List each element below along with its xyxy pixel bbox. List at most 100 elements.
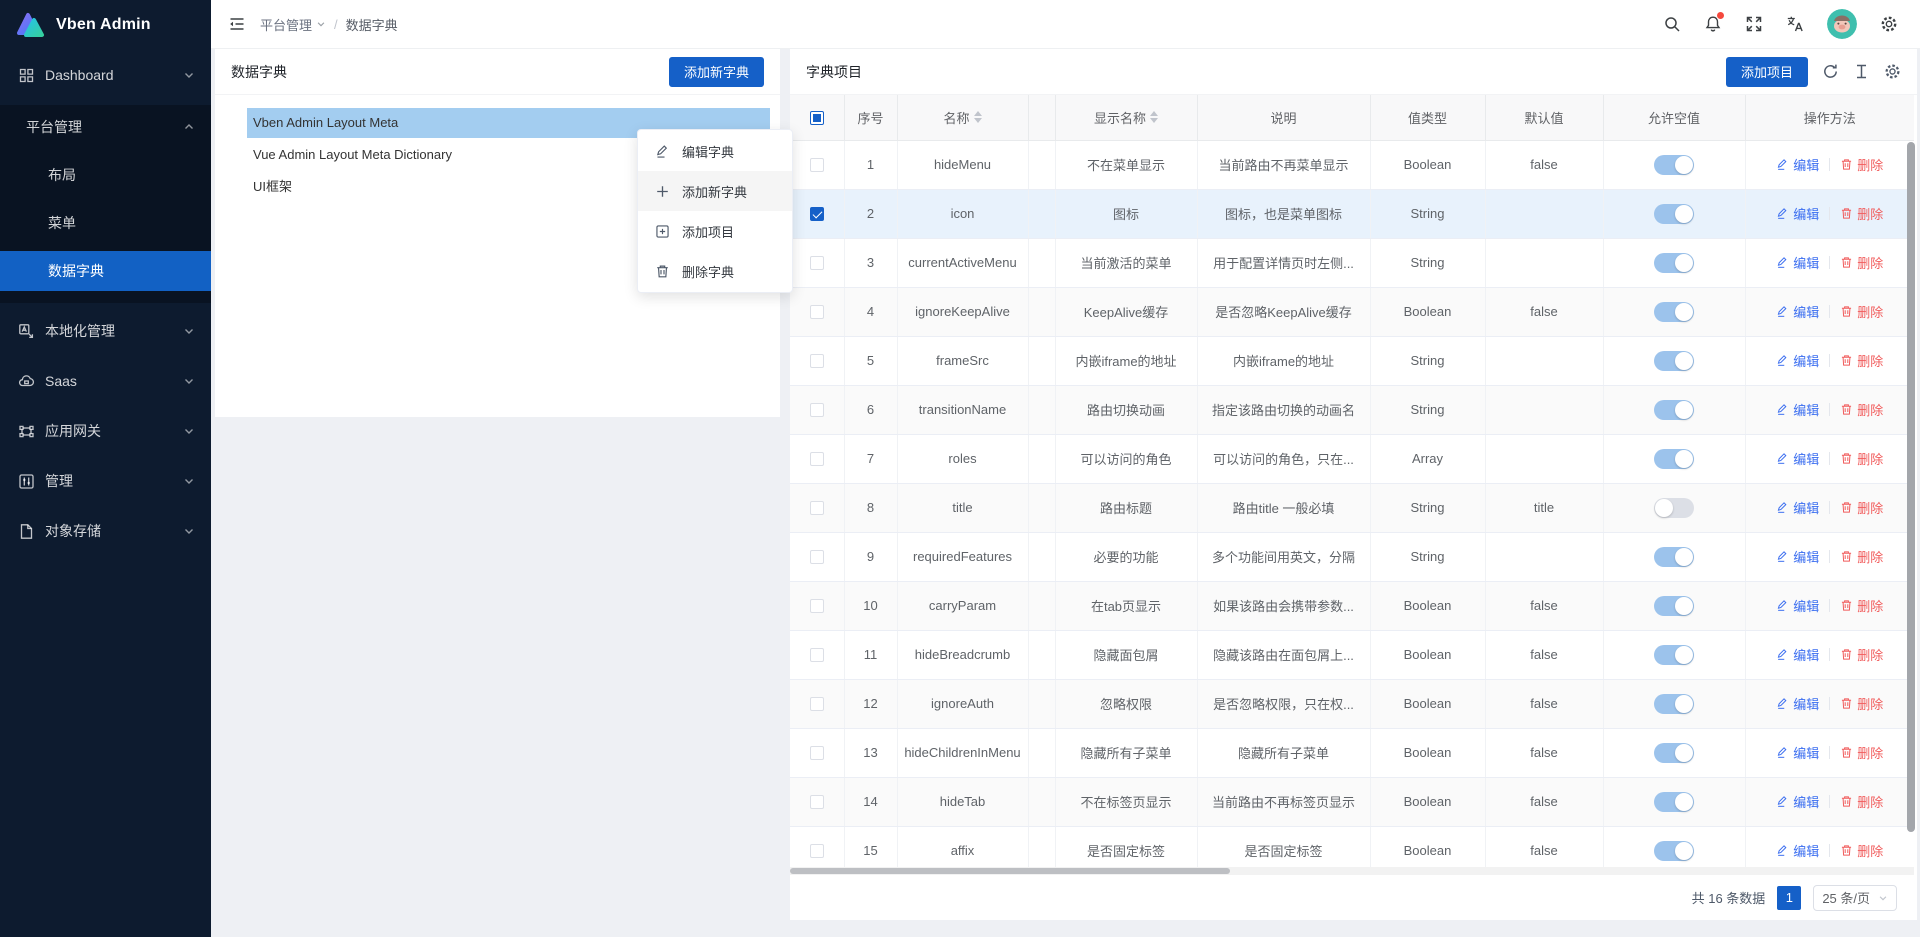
sidebar-item-4[interactable]: 应用网关 [0, 411, 211, 451]
row-select-cell[interactable] [790, 238, 844, 287]
allow-null-toggle[interactable] [1654, 400, 1694, 420]
edit-button[interactable]: 编辑 [1776, 743, 1819, 762]
row-checkbox[interactable] [810, 207, 824, 221]
lineheight-icon[interactable] [1853, 63, 1870, 80]
allow-null-toggle[interactable] [1654, 743, 1694, 763]
select-all-checkbox[interactable] [810, 111, 824, 125]
row-checkbox[interactable] [810, 746, 824, 760]
delete-button[interactable]: 删除 [1840, 694, 1883, 713]
edit-button[interactable]: 编辑 [1776, 302, 1819, 321]
row-select-cell[interactable] [790, 679, 844, 728]
sidebar-item-1-0[interactable]: 布局 [0, 155, 211, 195]
row-checkbox[interactable] [810, 158, 824, 172]
allow-null-toggle[interactable] [1654, 302, 1694, 322]
delete-button[interactable]: 删除 [1840, 547, 1883, 566]
context-menu-item-1[interactable]: 添加新字典 [638, 171, 792, 211]
edit-button[interactable]: 编辑 [1776, 204, 1819, 223]
allow-null-toggle[interactable] [1654, 547, 1694, 567]
delete-button[interactable]: 删除 [1840, 498, 1883, 517]
allow-null-toggle[interactable] [1654, 155, 1694, 175]
allow-null-toggle[interactable] [1654, 792, 1694, 812]
app-logo[interactable]: Vben Admin [0, 0, 211, 49]
breadcrumb-platform[interactable]: 平台管理 [260, 15, 326, 34]
edit-button[interactable]: 编辑 [1776, 841, 1819, 860]
translate-icon[interactable] [1786, 15, 1804, 33]
sidebar-item-0[interactable]: Dashboard [0, 55, 211, 95]
sidebar-item-5[interactable]: 管理 [0, 461, 211, 501]
allow-null-toggle[interactable] [1654, 694, 1694, 714]
horizontal-scrollbar-thumb[interactable] [790, 868, 1230, 874]
row-checkbox[interactable] [810, 501, 824, 515]
row-select-cell[interactable] [790, 336, 844, 385]
delete-button[interactable]: 删除 [1840, 743, 1883, 762]
allow-null-toggle[interactable] [1654, 449, 1694, 469]
row-checkbox[interactable] [810, 550, 824, 564]
row-select-cell[interactable] [790, 532, 844, 581]
row-select-cell[interactable] [790, 287, 844, 336]
row-select-cell[interactable] [790, 189, 844, 238]
row-select-cell[interactable] [790, 140, 844, 189]
row-checkbox[interactable] [810, 697, 824, 711]
edit-button[interactable]: 编辑 [1776, 253, 1819, 272]
context-menu-item-3[interactable]: 删除字典 [638, 251, 792, 291]
row-checkbox[interactable] [810, 648, 824, 662]
notification-bell-icon[interactable] [1704, 15, 1722, 33]
allow-null-toggle[interactable] [1654, 596, 1694, 616]
delete-button[interactable]: 删除 [1840, 645, 1883, 664]
avatar[interactable] [1827, 9, 1857, 39]
column-header-1[interactable]: 名称 [897, 95, 1028, 140]
pagination-page-1[interactable]: 1 [1777, 886, 1801, 910]
row-checkbox[interactable] [810, 452, 824, 466]
row-checkbox[interactable] [810, 844, 824, 858]
context-menu-item-0[interactable]: 编辑字典 [638, 131, 792, 171]
row-select-cell[interactable] [790, 434, 844, 483]
add-dictionary-button[interactable]: 添加新字典 [669, 57, 764, 87]
allow-null-toggle[interactable] [1654, 498, 1694, 518]
row-checkbox[interactable] [810, 795, 824, 809]
delete-button[interactable]: 删除 [1840, 596, 1883, 615]
delete-button[interactable]: 删除 [1840, 400, 1883, 419]
row-select-cell[interactable] [790, 581, 844, 630]
delete-button[interactable]: 删除 [1840, 302, 1883, 321]
sort-carets-icon[interactable] [974, 111, 982, 123]
allow-null-toggle[interactable] [1654, 351, 1694, 371]
delete-button[interactable]: 删除 [1840, 204, 1883, 223]
edit-button[interactable]: 编辑 [1776, 792, 1819, 811]
menu-fold-icon[interactable] [228, 15, 246, 33]
row-select-cell[interactable] [790, 385, 844, 434]
delete-button[interactable]: 删除 [1840, 449, 1883, 468]
row-select-cell[interactable] [790, 777, 844, 826]
sidebar-item-2[interactable]: 本地化管理 [0, 311, 211, 351]
edit-button[interactable]: 编辑 [1776, 596, 1819, 615]
fullscreen-icon[interactable] [1745, 15, 1763, 33]
gear-icon[interactable] [1880, 15, 1898, 33]
edit-button[interactable]: 编辑 [1776, 400, 1819, 419]
delete-button[interactable]: 删除 [1840, 841, 1883, 860]
delete-button[interactable]: 删除 [1840, 253, 1883, 272]
allow-null-toggle[interactable] [1654, 645, 1694, 665]
edit-button[interactable]: 编辑 [1776, 645, 1819, 664]
edit-button[interactable]: 编辑 [1776, 449, 1819, 468]
edit-button[interactable]: 编辑 [1776, 547, 1819, 566]
edit-button[interactable]: 编辑 [1776, 498, 1819, 517]
add-item-button[interactable]: 添加项目 [1726, 57, 1808, 87]
row-checkbox[interactable] [810, 256, 824, 270]
sidebar-item-1-2[interactable]: 数据字典 [0, 251, 211, 291]
edit-button[interactable]: 编辑 [1776, 351, 1819, 370]
allow-null-toggle[interactable] [1654, 841, 1694, 861]
allow-null-toggle[interactable] [1654, 253, 1694, 273]
column-settings-gear-icon[interactable] [1884, 63, 1901, 80]
row-checkbox[interactable] [810, 403, 824, 417]
column-header-2[interactable]: 显示名称 [1055, 95, 1197, 140]
vertical-scrollbar-thumb[interactable] [1907, 142, 1915, 832]
sort-carets-icon[interactable] [1150, 111, 1158, 123]
allow-null-toggle[interactable] [1654, 204, 1694, 224]
edit-button[interactable]: 编辑 [1776, 155, 1819, 174]
search-icon[interactable] [1663, 15, 1681, 33]
select-all-header[interactable] [790, 95, 844, 140]
sidebar-item-1[interactable]: 平台管理 [0, 107, 211, 147]
delete-button[interactable]: 删除 [1840, 792, 1883, 811]
row-select-cell[interactable] [790, 630, 844, 679]
row-checkbox[interactable] [810, 599, 824, 613]
row-select-cell[interactable] [790, 483, 844, 532]
